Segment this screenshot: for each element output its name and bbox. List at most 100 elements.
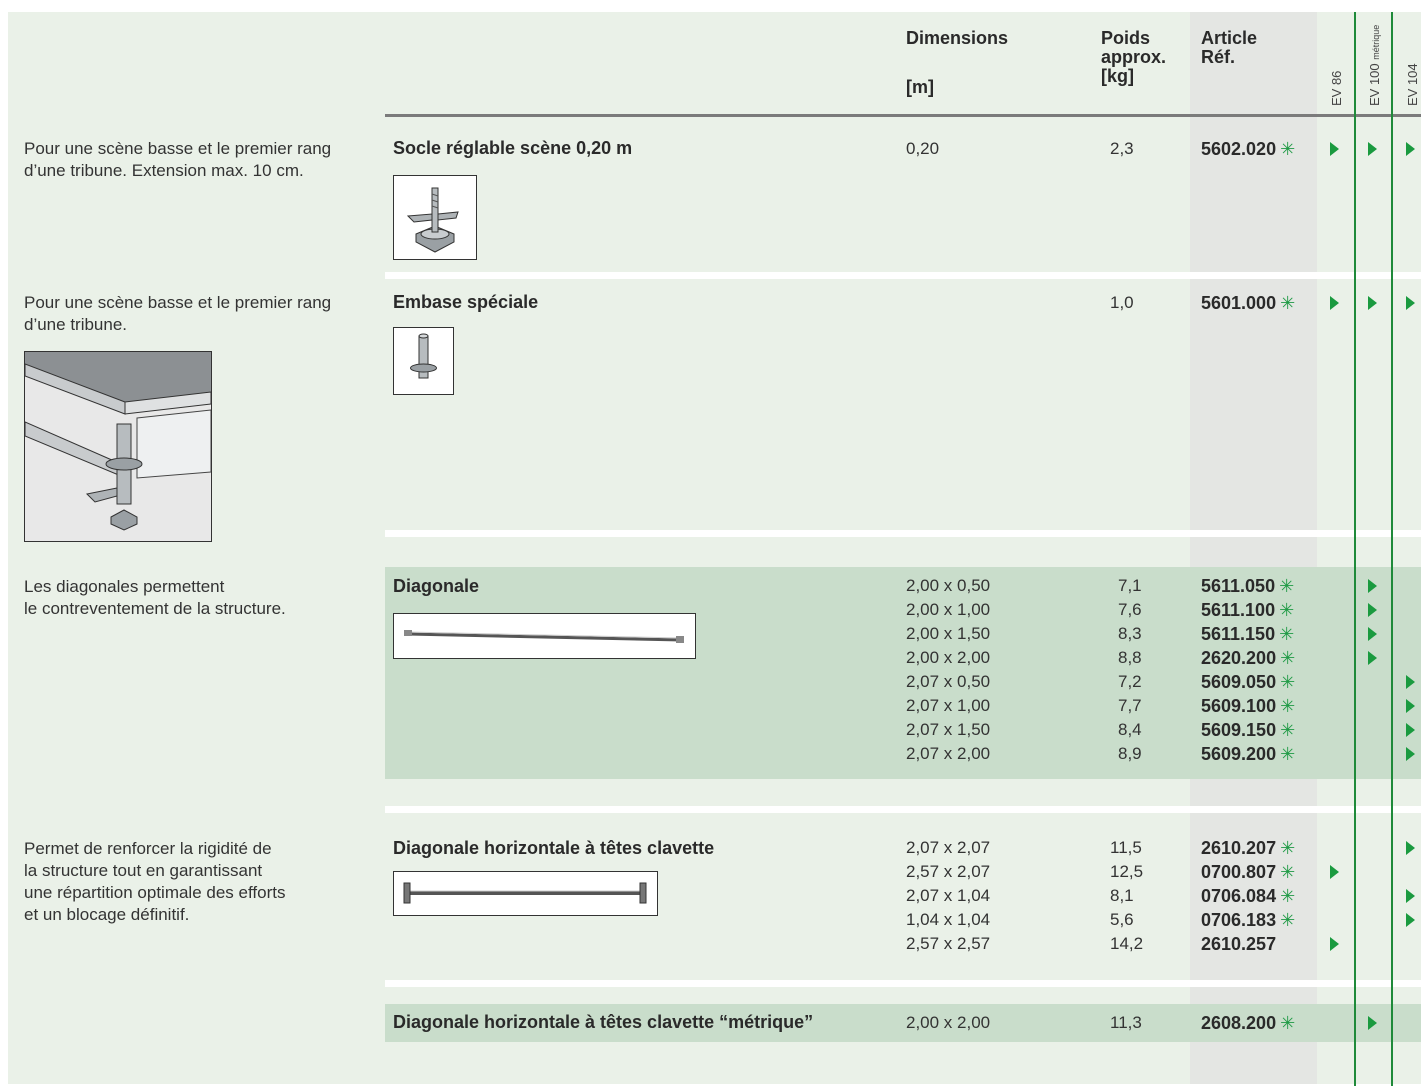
row-description: Pour une scène basse et le premier rang … [24, 139, 332, 180]
ev104-compatibility-arrow-icon [1406, 913, 1415, 927]
dimensions-cell: 2,07 x 2,07 2,57 x 2,07 2,07 x 1,04 1,04… [906, 838, 991, 953]
article-ref: 0706.183 ✳ [1201, 908, 1295, 932]
product-title: Socle réglable scène 0,20 m [393, 138, 633, 158]
availability-star-icon: ✳ [1280, 139, 1296, 159]
availability-star-icon: ✳ [1280, 648, 1296, 668]
header-rule [385, 114, 1421, 117]
availability-star-icon: ✳ [1280, 910, 1296, 930]
ev100-column-line-left [1354, 12, 1356, 1086]
ev104-compatibility-arrow-icon [1406, 142, 1415, 156]
header-ev86: EV 86 [1329, 70, 1344, 106]
article-ref-number: 5609.200 [1201, 744, 1277, 764]
separator [385, 272, 1421, 279]
dimensions-cell: 2,00 x 2,00 [906, 1013, 991, 1032]
article-ref: 0700.807 ✳ [1201, 860, 1295, 884]
special-base-icon [410, 333, 437, 379]
ev86-compatibility-arrow-icon [1330, 865, 1339, 879]
availability-star-icon: ✳ [1280, 1013, 1296, 1033]
article-ref: 5609.050 ✳ [1201, 670, 1295, 694]
article-ref-number: 2620.200 [1201, 648, 1277, 668]
product-title: Diagonale horizontale à têtes clavette [393, 838, 715, 858]
article-ref-number: 5609.100 [1201, 696, 1277, 716]
ev100-compatibility-arrow-icon [1368, 651, 1377, 665]
article-ref-number: 5602.020 [1201, 139, 1277, 159]
article-ref: 2608.200 ✳ [1201, 1011, 1295, 1035]
ev104-compatibility-arrow-icon [1406, 675, 1415, 689]
article-ref: 0706.084 ✳ [1201, 884, 1295, 908]
article-ref: 5611.150 ✳ [1201, 622, 1294, 646]
header-weight-approx: approx. [1101, 47, 1167, 67]
ev104-compatibility-arrow-icon [1406, 747, 1415, 761]
product-image-socle [393, 175, 477, 260]
ev100-column-line-right [1391, 12, 1393, 1086]
header-weight: Poids [1101, 28, 1151, 48]
dimensions-cell: 2,00 x 0,50 2,00 x 1,00 2,00 x 1,50 2,00… [906, 576, 991, 763]
availability-star-icon: ✳ [1280, 862, 1296, 882]
article-ref-number: 5609.050 [1201, 672, 1277, 692]
product-title: Embase spéciale [393, 292, 539, 312]
ev100-compatibility-arrow-icon [1368, 296, 1377, 310]
ev100-compatibility-arrow-icon [1368, 1016, 1377, 1030]
separator [385, 980, 1421, 987]
header-dimensions-unit: [m] [906, 77, 934, 97]
header-ev104: EV 104 [1405, 63, 1420, 106]
ev104-compatibility-arrow-icon [1406, 841, 1415, 855]
row-description: Pour une scène basse et le premier rang … [24, 293, 332, 334]
article-ref-number: 2610.257 [1201, 934, 1277, 954]
ev86-compatibility-arrow-icon [1330, 142, 1339, 156]
ev104-compatibility-arrow-icon [1406, 296, 1415, 310]
article-ref-number: 0706.084 [1201, 886, 1277, 906]
row-description: Les diagonales permettent le contrevente… [24, 577, 286, 618]
article-ref: 2610.207 ✳ [1201, 836, 1295, 860]
article-ref: 5609.100 ✳ [1201, 694, 1295, 718]
article-ref-number: 2608.200 [1201, 1013, 1277, 1033]
weight-cell: 7,1 7,6 8,3 8,8 7,2 7,7 8,4 8,9 [1118, 576, 1142, 763]
ev100-compatibility-arrow-icon [1368, 579, 1377, 593]
separator [385, 530, 1421, 537]
availability-star-icon: ✳ [1280, 696, 1296, 716]
ev100-compatibility-arrow-icon [1368, 603, 1377, 617]
header-ev100: EV 100 métrique [1367, 24, 1382, 106]
stage-assembly-icon [25, 352, 211, 531]
adjustable-base-icon [406, 187, 459, 253]
availability-star-icon: ✳ [1280, 293, 1296, 313]
article-ref: 2620.200 ✳ [1201, 646, 1295, 670]
product-image-diagonale [393, 613, 696, 659]
ev86-compatibility-arrow-icon [1330, 937, 1339, 951]
article-ref-number: 2610.207 [1201, 838, 1277, 858]
availability-star-icon: ✳ [1279, 600, 1295, 620]
diagonal-brace-icon [404, 630, 684, 643]
separator [385, 806, 1421, 813]
header-ref: Réf. [1201, 47, 1236, 67]
ev100-compatibility-arrow-icon [1368, 142, 1377, 156]
availability-star-icon: ✳ [1280, 838, 1296, 858]
ev104-compatibility-arrow-icon [1406, 699, 1415, 713]
product-title: Diagonale horizontale à têtes clavette “… [393, 1012, 814, 1032]
assembly-illustration [24, 351, 212, 542]
weight-cell: 2,3 [1110, 139, 1134, 158]
article-ref: 5609.200 ✳ [1201, 742, 1295, 766]
article-ref-number: 0706.183 [1201, 910, 1277, 930]
availability-star-icon: ✳ [1279, 576, 1295, 596]
weight-cell: 11,5 12,5 8,1 5,6 14,2 [1110, 838, 1144, 953]
weight-cell: 11,3 [1110, 1013, 1142, 1032]
article-ref: 5602.020 ✳ [1201, 137, 1295, 161]
weight-cell: 1,0 [1110, 293, 1134, 312]
availability-star-icon: ✳ [1280, 744, 1296, 764]
header-article: Article [1201, 28, 1258, 48]
article-ref: 5609.150 ✳ [1201, 718, 1295, 742]
article-ref: 5611.050 ✳ [1201, 574, 1294, 598]
article-ref-number: 5601.000 [1201, 293, 1277, 313]
horizontal-brace-icon [403, 882, 647, 904]
article-ref-number: 0700.807 [1201, 862, 1277, 882]
article-ref: 5601.000 ✳ [1201, 291, 1295, 315]
availability-star-icon: ✳ [1280, 886, 1296, 906]
product-title: Diagonale [393, 576, 480, 596]
ev86-compatibility-arrow-icon [1330, 296, 1339, 310]
product-image-embase [393, 327, 454, 395]
article-ref-number: 5611.100 [1201, 600, 1276, 620]
article-ref: 2610.257 [1201, 932, 1276, 956]
header-weight-unit: [kg] [1101, 66, 1134, 86]
availability-star-icon: ✳ [1279, 624, 1295, 644]
availability-star-icon: ✳ [1280, 672, 1296, 692]
